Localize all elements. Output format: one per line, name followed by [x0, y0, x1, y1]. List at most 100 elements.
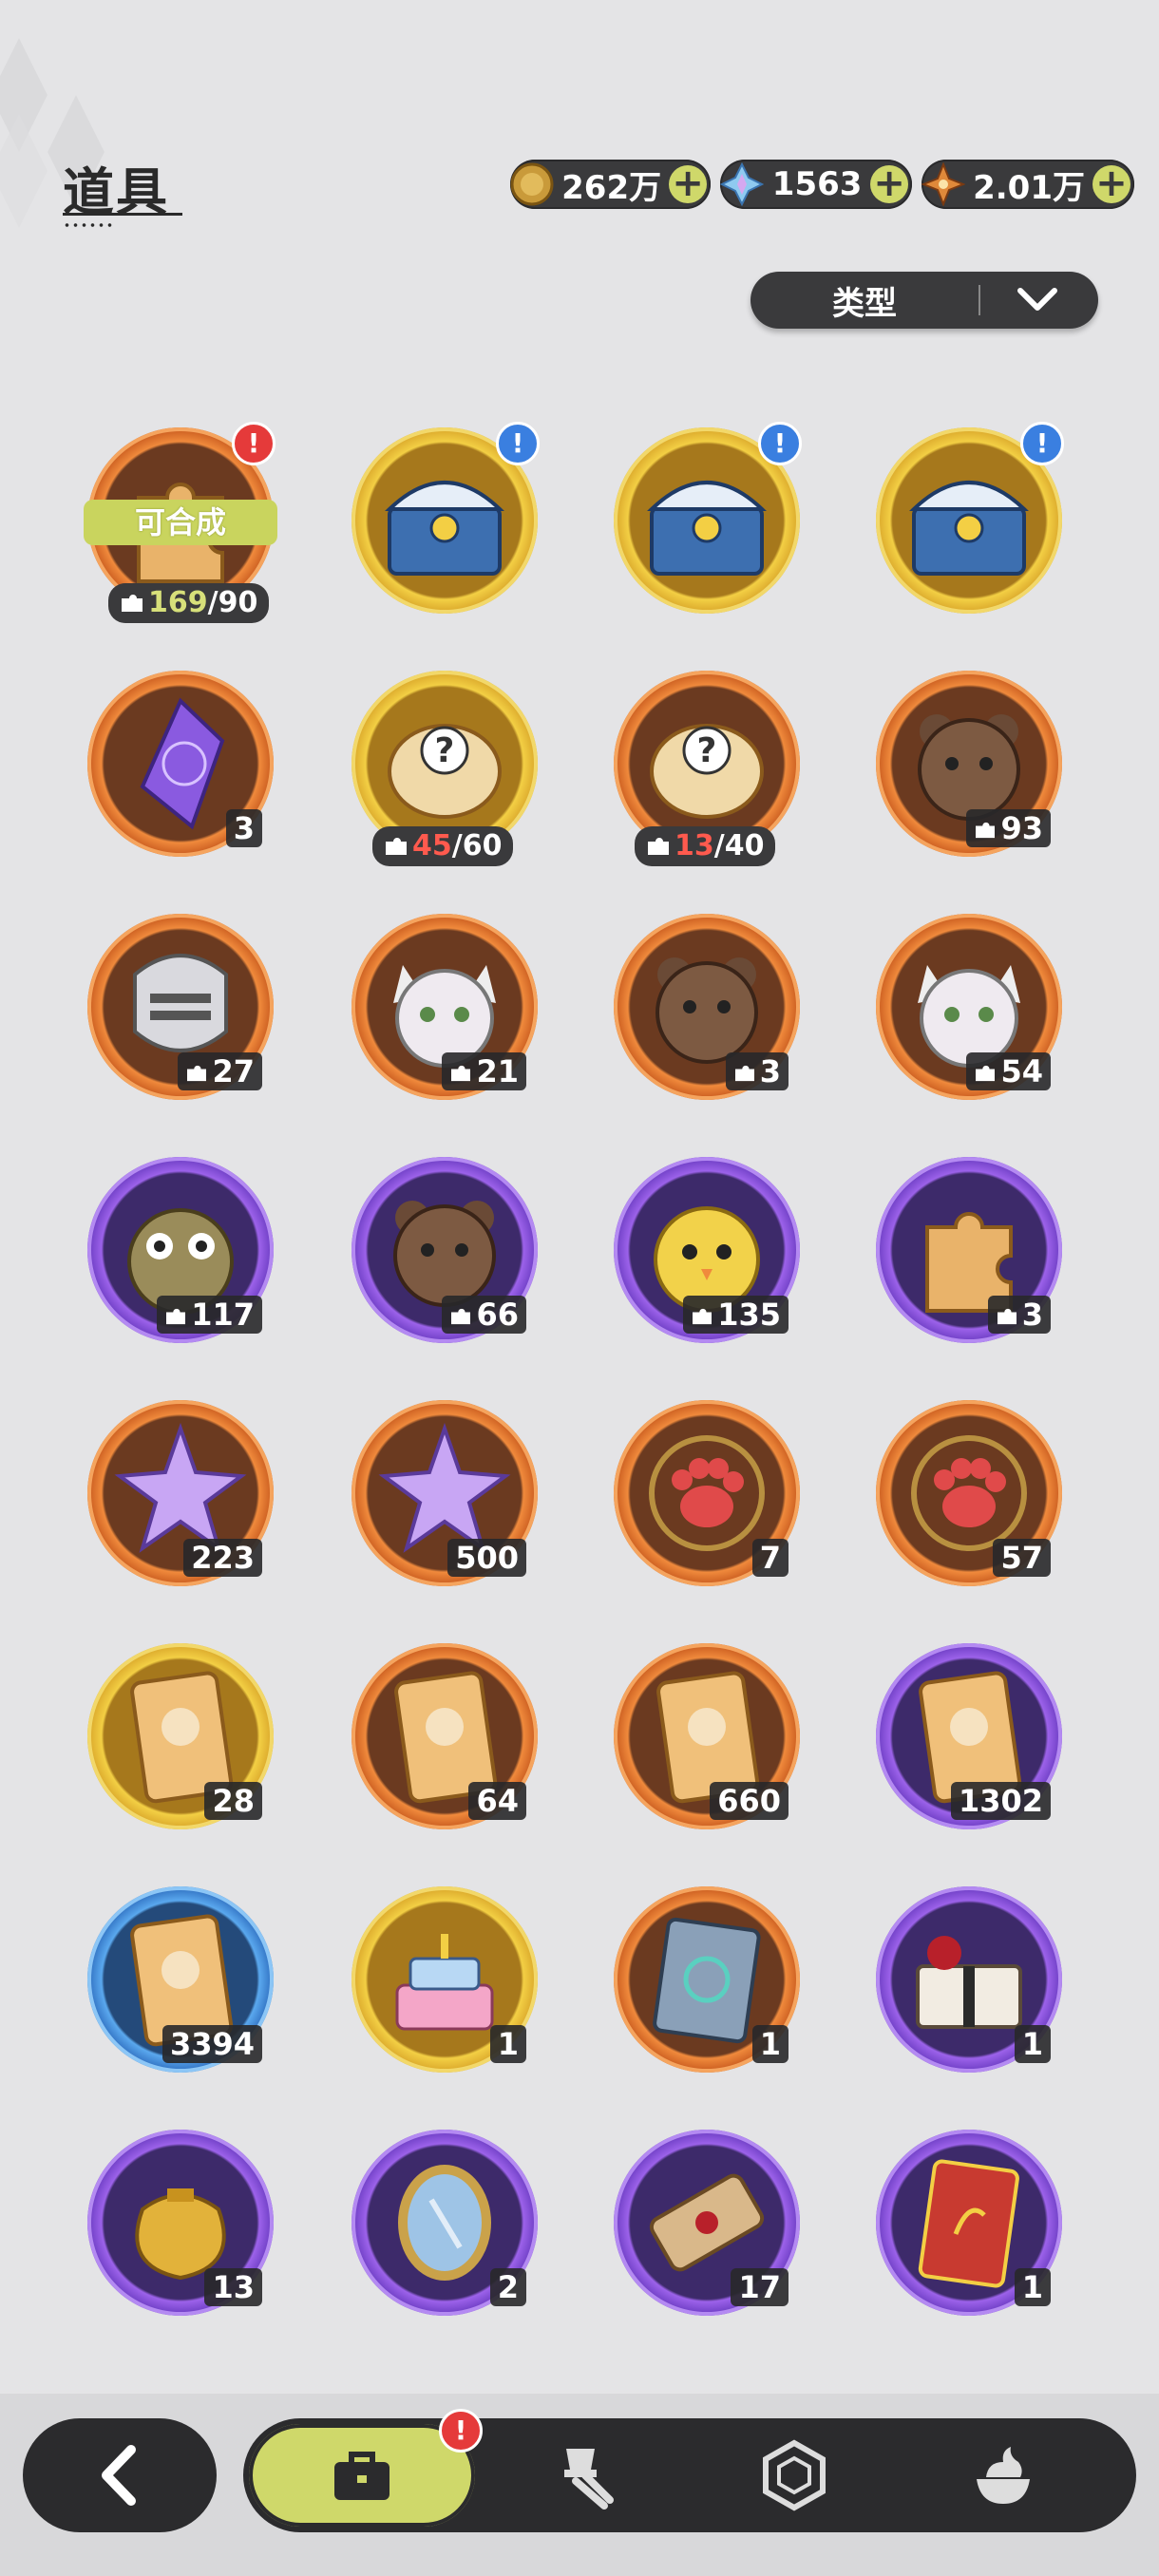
- dessert-icon: [977, 2447, 1030, 2504]
- item-slot-mascot-puzzle-fragment[interactable]: 可合成 169/90!: [84, 422, 277, 623]
- item-count: 54: [966, 1052, 1051, 1090]
- item-slot-brown-bear-fragment[interactable]: 3: [614, 914, 804, 1104]
- item-slot-white-cat-fragment[interactable]: 21: [352, 914, 542, 1104]
- item-count: 28: [204, 1782, 262, 1820]
- item-slot-eyepatch-bear-fragment[interactable]: 66: [352, 1157, 542, 1347]
- item-count-value: 17: [738, 2269, 781, 2305]
- item-slot-blue-treasure-chest[interactable]: !: [352, 422, 542, 617]
- item-count: 3: [987, 1296, 1051, 1334]
- tab-bag[interactable]: !: [249, 2409, 483, 2527]
- item-slot-knight-fragment[interactable]: 27: [87, 914, 277, 1104]
- item-count: 3: [725, 1052, 788, 1090]
- puzzle-piece-icon: [976, 822, 996, 839]
- item-count: 3394: [162, 2025, 262, 2063]
- item-count: 2: [489, 2268, 526, 2306]
- type-filter-dropdown[interactable]: 类型: [750, 272, 1098, 329]
- gold-coin-icon: [508, 161, 556, 208]
- item-count-value: 1302: [958, 1783, 1043, 1819]
- tab-hexagon[interactable]: [737, 2428, 851, 2523]
- puzzle-piece-icon: [648, 838, 669, 855]
- item-slot-frog-fragment[interactable]: 117: [87, 1157, 277, 1347]
- item-count-value: 117: [191, 1297, 255, 1333]
- item-slot-magic-mirror[interactable]: 2: [352, 2130, 542, 2320]
- puzzle-piece-icon: [693, 1308, 712, 1325]
- item-count: 13: [204, 2268, 262, 2306]
- item-slot-holo-character-card[interactable]: 64: [352, 1643, 542, 1833]
- puzzle-piece-icon: [187, 1065, 207, 1082]
- item-count-value: 13: [212, 2269, 255, 2305]
- add-star-button[interactable]: +: [1092, 164, 1130, 203]
- add-gold-button[interactable]: +: [669, 164, 708, 203]
- item-count-value: 64: [476, 1783, 519, 1819]
- item-slot-ancient-scroll[interactable]: 17: [614, 2130, 804, 2320]
- item-count-value: 21: [476, 1053, 519, 1089]
- fragment-need: /60: [451, 829, 503, 862]
- item-count: 1: [1014, 2025, 1051, 2063]
- title-dots: [63, 223, 114, 227]
- chevron-left-icon: [102, 2445, 136, 2506]
- item-count-value: 66: [476, 1297, 519, 1333]
- item-art: ?: [627, 684, 787, 843]
- star-shard-icon: [920, 161, 967, 208]
- item-count: 1: [489, 2025, 526, 2063]
- item-art: [889, 441, 1049, 600]
- item-slot-yellow-chick-fragment[interactable]: 135: [614, 1157, 804, 1347]
- add-crystal-button[interactable]: +: [870, 164, 909, 203]
- synthesizable-label: 可合成: [84, 500, 277, 545]
- item-slot-purple-crystal-relic[interactable]: 3: [87, 671, 277, 861]
- puzzle-piece-icon: [451, 1308, 471, 1325]
- gold-value: 262万: [561, 168, 662, 207]
- item-slot-blue-treasure-chest[interactable]: !: [614, 422, 804, 617]
- item-slot-purple-character-card[interactable]: 1302: [876, 1643, 1066, 1833]
- item-slot-mystery-fragment-gold[interactable]: ? 45/60: [352, 671, 542, 866]
- item-count-value: 3394: [169, 2026, 255, 2062]
- item-slot-purple-puzzle-fragment[interactable]: 3: [876, 1157, 1066, 1347]
- mystery-icon: ?: [650, 724, 764, 819]
- item-count-value: 500: [455, 1540, 519, 1576]
- item-count: 21: [442, 1052, 526, 1090]
- puzzle-piece-icon: [386, 838, 407, 855]
- tab-equipment[interactable]: [528, 2428, 642, 2523]
- item-count: 135: [683, 1296, 788, 1334]
- item-slot-blue-star-crystal[interactable]: 500: [352, 1400, 542, 1590]
- item-slot-anniversary-cake[interactable]: 1: [352, 1886, 542, 2076]
- item-count-value: 660: [717, 1783, 781, 1819]
- item-count: 223: [183, 1539, 262, 1577]
- crystal-value: 1563: [771, 165, 863, 203]
- equipment-icon: [564, 2449, 614, 2510]
- filter-label: 类型: [832, 284, 897, 323]
- item-slot-bear-fragment[interactable]: 93: [876, 671, 1066, 861]
- currency-crystal: 1563 +: [720, 160, 913, 209]
- item-slot-purple-cat-fragment[interactable]: 54: [876, 914, 1066, 1104]
- bag-alert-badge: !: [439, 2409, 483, 2453]
- item-slot-mystery-fragment-orange[interactable]: ? 13/40: [614, 671, 804, 866]
- puzzle-piece-icon: [997, 1308, 1016, 1325]
- new-alert-badge: !: [1020, 422, 1064, 465]
- item-count: 93: [966, 809, 1051, 847]
- svg-text:?: ?: [697, 731, 717, 770]
- item-slot-exchange-card-book[interactable]: 1: [614, 1886, 804, 2076]
- item-slot-gold-paw-medal[interactable]: 57: [876, 1400, 1066, 1590]
- puzzle-piece-icon: [976, 1065, 996, 1082]
- item-slot-golden-pouch[interactable]: 13: [87, 2130, 277, 2320]
- item-count-value: 3: [1021, 1297, 1043, 1333]
- item-slot-red-paw-medal[interactable]: 7: [614, 1400, 804, 1590]
- item-count-value: 27: [212, 1053, 255, 1089]
- chest-icon: [385, 481, 504, 576]
- item-count-value: 57: [1000, 1540, 1043, 1576]
- item-count-value: 1: [759, 2026, 781, 2062]
- item-slot-pink-star-crystal[interactable]: 223: [87, 1400, 277, 1590]
- item-slot-gold-character-card[interactable]: 28: [87, 1643, 277, 1833]
- item-slot-red-envelope-card[interactable]: 1: [876, 2130, 1066, 2320]
- item-count: 1: [1014, 2268, 1051, 2306]
- back-button[interactable]: [23, 2418, 217, 2532]
- item-slot-blue-character-card[interactable]: 3394: [87, 1886, 277, 2076]
- item-count-value: 1: [497, 2026, 519, 2062]
- item-count: 17: [731, 2268, 788, 2306]
- item-slot-blue-treasure-chest[interactable]: !: [876, 422, 1066, 617]
- currency-gold: 262万 +: [508, 160, 712, 209]
- item-slot-rose-gift-box[interactable]: 1: [876, 1886, 1066, 2076]
- tab-dessert[interactable]: [946, 2428, 1060, 2523]
- item-slot-orange-character-card[interactable]: 660: [614, 1643, 804, 1833]
- item-count-value: 7: [759, 1540, 781, 1576]
